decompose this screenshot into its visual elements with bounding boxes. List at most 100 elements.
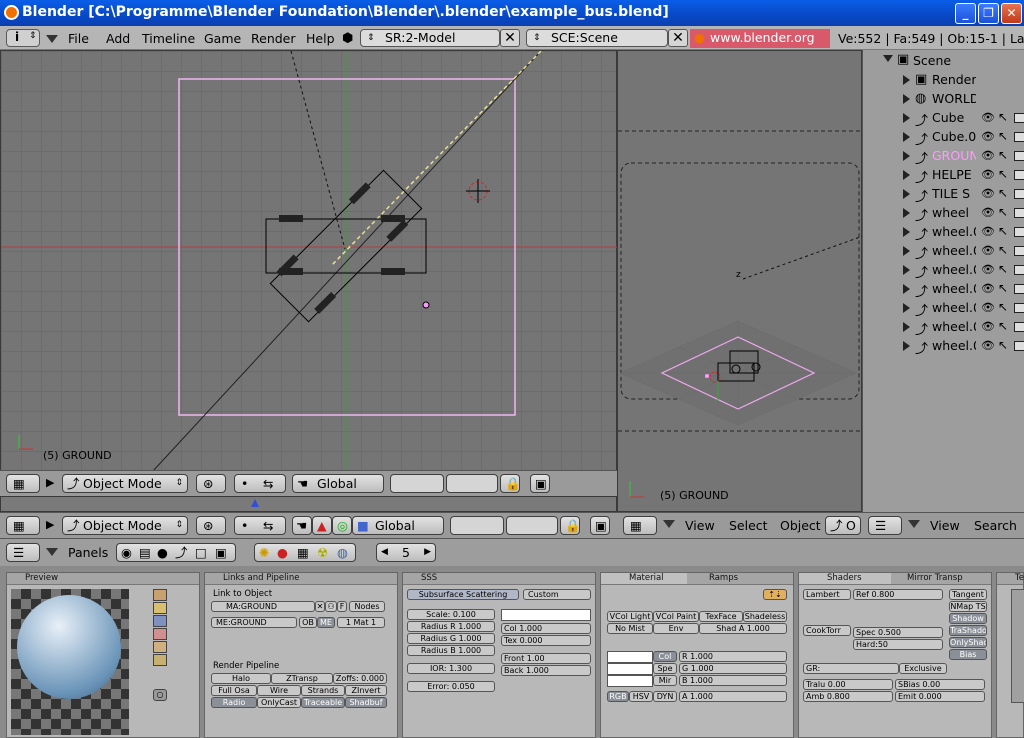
plane-preview-icon[interactable] [153, 589, 167, 601]
sbias-slider[interactable]: SBias 0.00 [895, 679, 985, 690]
material-f-button[interactable]: F [337, 601, 347, 612]
maximize-button[interactable]: ❐ [978, 3, 999, 24]
specular-shader-selector[interactable]: CookTorr [803, 625, 851, 636]
layer-buttons-1[interactable] [390, 474, 444, 493]
me-toggle[interactable]: ME [317, 617, 335, 628]
visibility-eye-icon[interactable]: 👁 [981, 320, 995, 333]
expand-row-icon[interactable] [903, 246, 910, 256]
render-toggle-icon[interactable] [1014, 246, 1024, 256]
sphere-preview-icon[interactable] [153, 602, 167, 614]
outliner-panel[interactable]: ▣ Scene ▣ Render ◍ WORLD ⤴ Cube 👁 ↖ ⤴ Cube.0 👁 ↖ ⤴ GR… [862, 50, 1024, 512]
visibility-eye-icon[interactable]: 👁 [981, 130, 995, 143]
hand-icon-2[interactable]: ☚ [292, 516, 312, 535]
expand-row-icon[interactable] [903, 284, 910, 294]
exclusive-toggle[interactable]: Exclusive [899, 663, 947, 674]
ior-field[interactable]: IOR: 1.300 [407, 663, 495, 674]
outliner-row[interactable]: ⤴ HELPE 👁 ↖ [871, 166, 1024, 186]
preview-type-buttons[interactable] [153, 589, 167, 666]
panels-label[interactable]: Panels [68, 545, 108, 560]
expand-row-icon[interactable] [903, 170, 910, 180]
pivot-selector-2[interactable]: • ⇆ [234, 516, 286, 535]
cube-preview-icon[interactable] [153, 615, 167, 627]
select-cursor-icon[interactable]: ↖ [998, 205, 1008, 219]
env-toggle[interactable]: Env [653, 623, 699, 634]
render-toggle-icon[interactable] [1014, 341, 1024, 351]
render-toggle-icon[interactable] [1014, 322, 1024, 332]
collapse-menu-icon[interactable] [46, 35, 58, 43]
expand-header-icon-2[interactable]: ▶ [46, 518, 54, 531]
collapse-menu-icon-2[interactable] [663, 520, 675, 528]
nmap-ts-toggle[interactable]: NMap TS [949, 601, 987, 612]
hsv-toggle[interactable]: HSV [629, 691, 653, 702]
bias-toggle[interactable]: Bias [949, 649, 987, 660]
minimize-button[interactable]: _ [955, 3, 976, 24]
zinvert-toggle[interactable]: ZInvert [345, 685, 387, 696]
website-link[interactable]: ●www.blender.org 245 [690, 29, 830, 63]
draw-type-button[interactable]: ⊛ [196, 474, 226, 493]
outliner-row[interactable]: ⤴ Cube 👁 ↖ [871, 109, 1024, 129]
menu-timeline[interactable]: Timeline [142, 31, 195, 46]
copy-paste-icon[interactable]: ⇡⇣ [763, 589, 787, 600]
render-toggle-icon[interactable] [1014, 284, 1024, 294]
outliner-row[interactable]: ⤴ wheel 👁 ↖ [871, 204, 1024, 224]
outliner-search-menu[interactable]: Search [974, 518, 1017, 533]
ztransp-toggle[interactable]: ZTransp [271, 673, 333, 684]
select-cursor-icon[interactable]: ↖ [998, 300, 1008, 314]
orientation-selector-2[interactable]: ■ Global [352, 516, 444, 535]
visibility-eye-icon[interactable]: 👁 [981, 263, 995, 276]
render-toggle-icon[interactable] [1014, 265, 1024, 275]
hard-slider[interactable]: Hard:50 [853, 639, 943, 650]
subsurface-scattering-toggle[interactable]: Subsurface Scattering [407, 589, 519, 600]
r-slider[interactable]: R 1.000 [679, 651, 787, 662]
select-cursor-icon[interactable]: ↖ [998, 338, 1008, 352]
select-cursor-icon[interactable]: ↖ [998, 281, 1008, 295]
preview-render-button[interactable]: ○ [153, 689, 167, 701]
mirror-transp-tab[interactable]: Mirror Transp [907, 573, 963, 584]
diffuse-shader-selector[interactable]: Lambert [803, 589, 851, 600]
context-buttons[interactable]: ◉ ▤ ● ⤴ □ ▣ [116, 543, 236, 562]
expand-row-icon[interactable] [903, 227, 910, 237]
scene-selector[interactable]: ⇕ SCE:Scene [526, 29, 668, 47]
fake-user-icon[interactable]: ⚇ [325, 601, 337, 612]
visibility-eye-icon[interactable]: 👁 [981, 244, 995, 257]
timeline-strip[interactable] [0, 496, 617, 512]
expand-row-icon[interactable] [903, 113, 910, 123]
expand-row-icon[interactable] [903, 265, 910, 275]
zoffs-field[interactable]: Zoffs: 0.000 [333, 673, 387, 684]
translate-icon[interactable]: ▲ [312, 516, 332, 535]
render-toggle-icon[interactable] [1014, 208, 1024, 218]
render-toggle-icon[interactable] [1014, 132, 1024, 142]
rgb-toggle[interactable]: RGB [607, 691, 629, 702]
menu-render[interactable]: Render [251, 31, 296, 46]
layer-buttons-4[interactable] [506, 516, 558, 535]
render-toggle-icon[interactable] [1014, 170, 1024, 180]
outliner-row[interactable]: ▣ Render [871, 71, 1024, 90]
expand-row-icon[interactable] [903, 303, 910, 313]
pivot-selector[interactable]: • ⇆ [234, 474, 286, 493]
select-cursor-icon[interactable]: ↖ [998, 110, 1008, 124]
ramps-tab[interactable]: Ramps [709, 573, 738, 584]
expand-scene-icon[interactable] [883, 55, 893, 62]
select-cursor-icon[interactable]: ↖ [998, 319, 1008, 333]
b-slider[interactable]: B 1.000 [679, 675, 787, 686]
lock-icon-2[interactable]: 🔒 [560, 516, 581, 535]
expand-row-icon[interactable] [903, 208, 910, 218]
collapse-menu-icon-3[interactable] [908, 520, 920, 528]
expand-header-icon[interactable]: ▶ [46, 476, 54, 489]
mat-index-field[interactable]: 1 Mat 1 [337, 617, 385, 628]
unlink-material-button[interactable]: ✕ [315, 601, 325, 612]
sss-preset-selector[interactable]: Custom [523, 589, 591, 600]
render-toggle-icon[interactable] [1014, 189, 1024, 199]
hair-preview-icon[interactable] [153, 641, 167, 653]
menu-game[interactable]: Game [204, 31, 241, 46]
sss-color-swatch[interactable] [501, 609, 591, 621]
outliner-row[interactable]: ⤴wheel.0 👁↖ [871, 261, 1024, 281]
expand-row-icon[interactable] [903, 94, 910, 104]
error-field[interactable]: Error: 0.050 [407, 681, 495, 692]
expand-row-icon[interactable] [903, 75, 910, 85]
select-cursor-icon[interactable]: ↖ [998, 129, 1008, 143]
radio-toggle[interactable]: Radio [211, 697, 257, 708]
visibility-eye-icon[interactable]: 👁 [981, 149, 995, 162]
select-cursor-icon[interactable]: ↖ [998, 262, 1008, 276]
radius-r-field[interactable]: Radius R 1.000 [407, 621, 495, 632]
